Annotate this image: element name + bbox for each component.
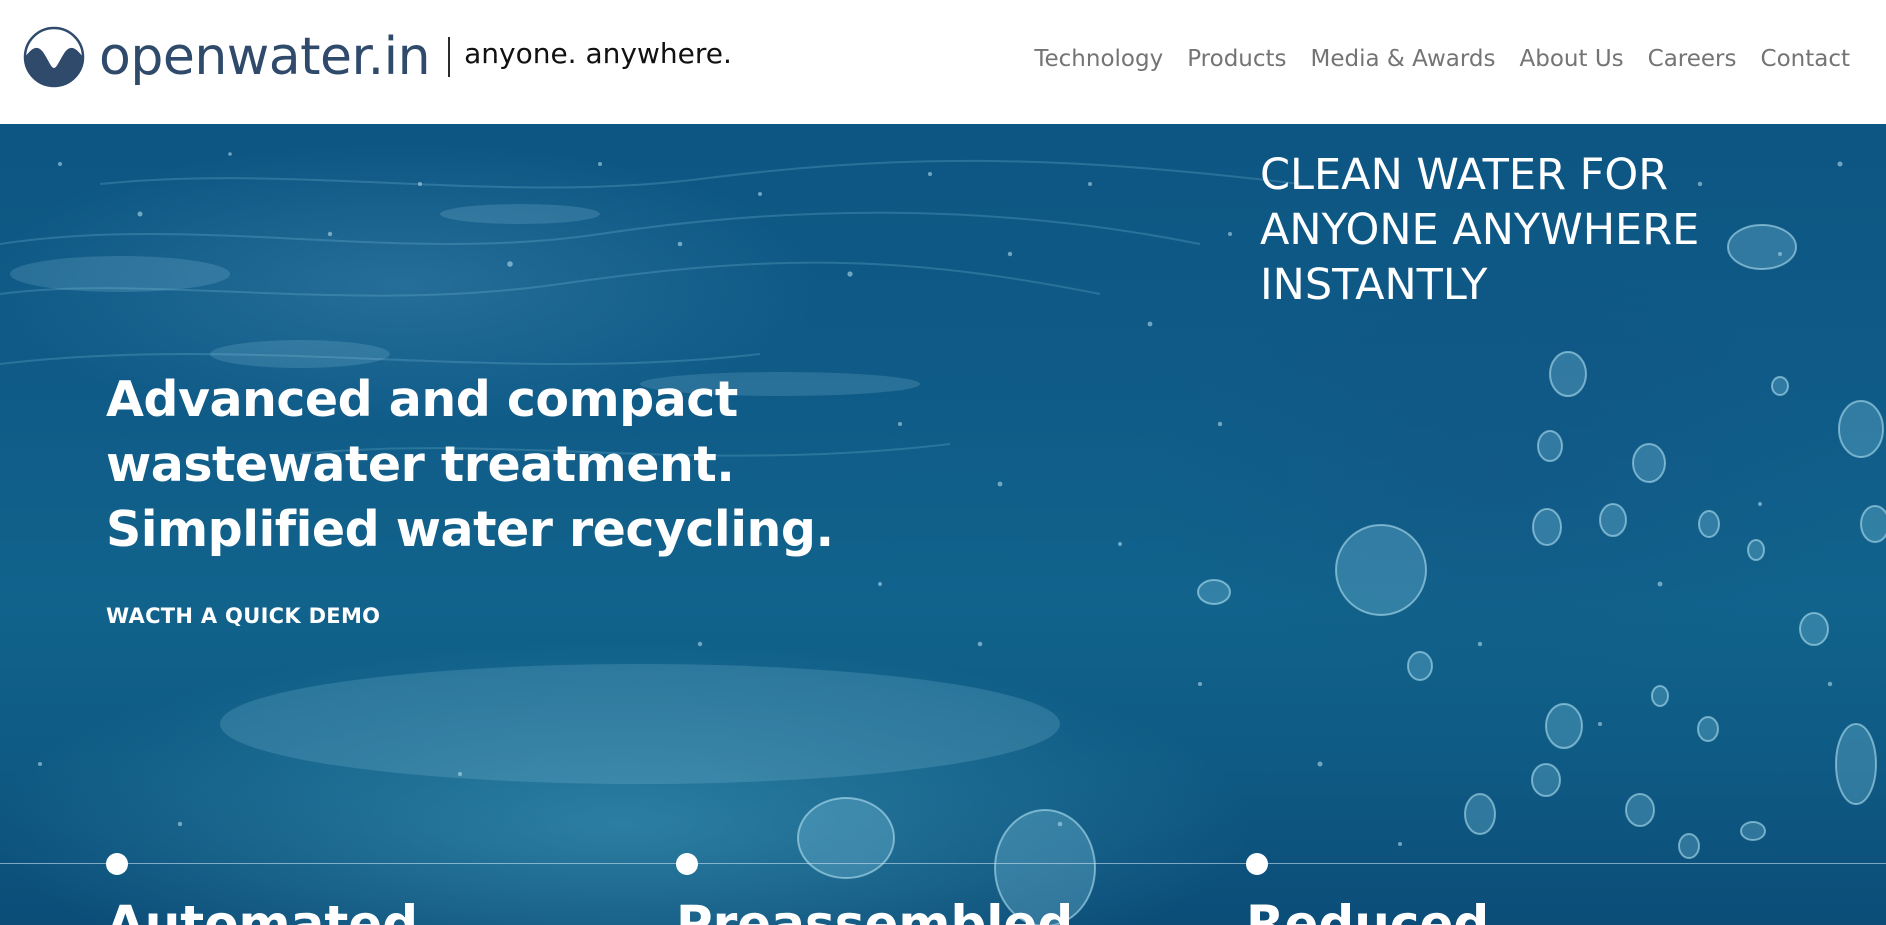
hero-heading: Advanced and compact wastewater treatmen… (106, 367, 866, 562)
nav-item-products[interactable]: Products (1187, 46, 1286, 72)
timeline-dot (1246, 853, 1268, 875)
brand[interactable]: openwater.in anyone. anywhere. (23, 26, 732, 88)
nav-item-about-us[interactable]: About Us (1520, 46, 1624, 72)
slogan-line: CLEAN WATER FOR (1260, 150, 1669, 200)
slogan-line: ANYONE ANYWHERE (1260, 205, 1700, 255)
logo-wordmark[interactable]: openwater.in (99, 31, 431, 83)
site-header: openwater.in anyone. anywhere. Technolog… (0, 0, 1886, 124)
feature-title-automated: Automated (106, 895, 418, 925)
timeline-dot (106, 853, 128, 875)
nav-item-technology[interactable]: Technology (1034, 46, 1163, 72)
brand-tagline: anyone. anywhere. (464, 37, 732, 70)
slogan-line: INSTANTLY (1260, 260, 1488, 310)
feature-title-preassembled: Preassembled (676, 895, 1074, 925)
hero-slogan: CLEAN WATER FOR ANYONE ANYWHERE INSTANTL… (1260, 148, 1820, 313)
nav-item-media-awards[interactable]: Media & Awards (1311, 46, 1496, 72)
hero-heading-line: Simplified water recycling. (106, 501, 834, 558)
main-nav: Technology Products Media & Awards About… (1034, 46, 1850, 72)
wave-circle-logo-icon[interactable] (23, 26, 85, 88)
timeline-dot (676, 853, 698, 875)
brand-divider (448, 37, 451, 77)
hero-heading-line: wastewater treatment. (106, 436, 735, 493)
watch-demo-link[interactable]: WACTH A QUICK DEMO (106, 604, 380, 628)
feature-title-reduced: Reduced (1246, 895, 1490, 925)
hero-section: CLEAN WATER FOR ANYONE ANYWHERE INSTANTL… (0, 124, 1886, 925)
hero-heading-line: Advanced and compact (106, 371, 738, 428)
nav-item-contact[interactable]: Contact (1761, 46, 1850, 72)
features-timeline-line (0, 863, 1886, 864)
nav-item-careers[interactable]: Careers (1648, 46, 1737, 72)
